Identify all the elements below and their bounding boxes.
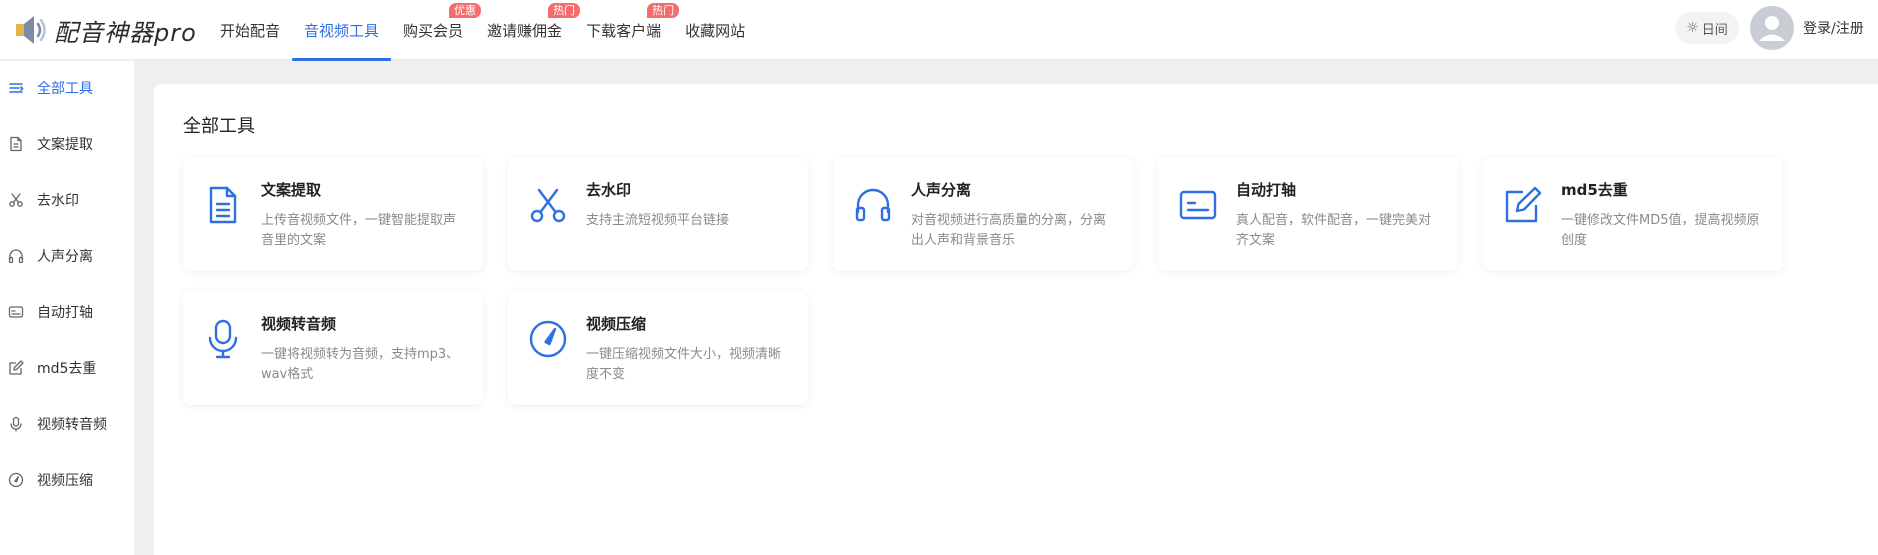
sun-icon: ☼ — [1686, 20, 1699, 36]
main-content: 全部工具 文案提取 上传音视频文件，一键智能提取声音里的文案 去水印 支持主流短… — [154, 84, 1878, 555]
nav-buy-membership[interactable]: 购买会员 优惠 — [391, 0, 482, 60]
tool-title: 自动打轴 — [1236, 181, 1297, 199]
sidebar-item-label: 全部工具 — [37, 81, 93, 97]
headphones-icon — [855, 188, 891, 222]
tool-description: 一键压缩视频文件大小，视频清晰度不变 — [586, 347, 782, 382]
sidebar-item-auto-subtitle[interactable]: 自动打轴 — [0, 292, 134, 332]
compass-icon — [529, 320, 567, 358]
tool-description: 支持主流短视频平台链接 — [586, 213, 730, 228]
tool-card-auto-subtitle[interactable]: 自动打轴 真人配音，软件配音，一键完美对齐文案 — [1158, 157, 1458, 271]
tool-card-text-extract[interactable]: 文案提取 上传音视频文件，一键智能提取声音里的文案 — [183, 157, 483, 271]
sidebar-item-label: 自动打轴 — [37, 305, 93, 321]
tool-title: 视频压缩 — [586, 315, 647, 333]
tool-description: 上传音视频文件，一键智能提取声音里的文案 — [261, 213, 457, 248]
scissors-icon — [530, 188, 566, 223]
speaker-logo-icon — [16, 16, 46, 44]
nav-label: 收藏网站 — [685, 21, 746, 40]
sidebar-item-all-tools[interactable]: 全部工具 — [0, 68, 134, 108]
tool-card-vocal-separation[interactable]: 人声分离 对音视频进行高质量的分离，分离出人声和背景音乐 — [833, 157, 1133, 271]
tool-description: 一键修改文件MD5值，提高视频原创度 — [1561, 213, 1760, 248]
page-title: 全部工具 — [183, 116, 255, 137]
avatar[interactable] — [1750, 6, 1794, 50]
subtitle-icon — [8, 304, 24, 320]
tool-description: 一键将视频转为音频，支持mp3、wav格式 — [261, 347, 460, 382]
sidebar-item-video-to-audio[interactable]: 视频转音频 — [0, 404, 134, 444]
nav-label: 开始配音 — [220, 21, 281, 40]
subtitle-icon — [1179, 190, 1217, 220]
nav-label: 下载客户端 — [586, 21, 662, 40]
document-icon — [8, 136, 24, 152]
tool-card-md5-dedupe[interactable]: md5去重 一键修改文件MD5值，提高视频原创度 — [1483, 157, 1783, 271]
sidebar-item-video-compress[interactable]: 视频压缩 — [0, 460, 134, 500]
theme-toggle-button[interactable]: ☼ 日间 — [1675, 12, 1739, 44]
tool-title: 人声分离 — [911, 181, 972, 199]
sidebar-item-label: md5去重 — [37, 361, 97, 377]
sidebar-item-md5-dedupe[interactable]: md5去重 — [0, 348, 134, 388]
list-icon — [8, 80, 24, 96]
tool-card-video-compress[interactable]: 视频压缩 一键压缩视频文件大小，视频清晰度不变 — [508, 291, 808, 405]
sidebar-item-vocal-separation[interactable]: 人声分离 — [0, 236, 134, 276]
sidebar-item-label: 去水印 — [37, 193, 79, 209]
logo[interactable]: 配音神器pro — [14, 10, 197, 50]
microphone-icon — [208, 319, 238, 359]
nav-av-tools[interactable]: 音视频工具 — [292, 0, 392, 61]
tool-description: 对音视频进行高质量的分离，分离出人声和背景音乐 — [911, 213, 1107, 248]
sidebar-item-label: 文案提取 — [37, 137, 93, 153]
sidebar-item-label: 人声分离 — [37, 249, 93, 265]
login-register-link[interactable]: 登录/注册 — [1803, 18, 1864, 38]
sidebar-item-label: 视频压缩 — [37, 473, 93, 489]
tool-title: 视频转音频 — [261, 315, 337, 333]
scissors-icon — [8, 192, 24, 208]
compass-icon — [8, 472, 24, 488]
tool-title: 文案提取 — [261, 181, 322, 199]
tool-card-video-to-audio[interactable]: 视频转音频 一键将视频转为音频，支持mp3、wav格式 — [183, 291, 483, 405]
nav-label: 购买会员 — [403, 21, 464, 40]
document-icon — [209, 186, 237, 224]
tool-description: 真人配音，软件配音，一键完美对齐文案 — [1236, 213, 1432, 248]
user-icon — [1759, 16, 1785, 41]
nav-bookmark-site[interactable]: 收藏网站 — [673, 0, 757, 60]
nav-start-dubbing[interactable]: 开始配音 — [208, 0, 292, 60]
logo-text: 配音神器pro — [54, 18, 197, 47]
headphones-icon — [8, 248, 24, 264]
sidebar-item-text-extract[interactable]: 文案提取 — [0, 124, 134, 164]
nav-download-client[interactable]: 下载客户端 热门 — [574, 0, 680, 60]
tool-card-remove-watermark[interactable]: 去水印 支持主流短视频平台链接 — [508, 157, 808, 271]
sidebar-item-label: 视频转音频 — [37, 417, 107, 433]
edit-icon — [8, 360, 24, 376]
edit-icon — [1505, 186, 1542, 223]
nav-invite-commission[interactable]: 邀请赚佣金 热门 — [475, 0, 581, 60]
main-nav: 开始配音 音视频工具 购买会员 优惠 邀请赚佣金 热门 下载客户端 热门 收藏网… — [208, 0, 757, 61]
sidebar: 全部工具 文案提取 去水印 人声分离 自动打轴 md5去重 视频转音频 视频压缩 — [0, 61, 134, 555]
theme-label: 日间 — [1701, 22, 1728, 38]
nav-label: 邀请赚佣金 — [487, 21, 563, 40]
nav-label: 音视频工具 — [304, 21, 380, 40]
tool-title: 去水印 — [586, 181, 632, 199]
top-header: 配音神器pro 开始配音 音视频工具 购买会员 优惠 邀请赚佣金 热门 下载客户… — [0, 0, 1878, 61]
sidebar-item-remove-watermark[interactable]: 去水印 — [0, 180, 134, 220]
microphone-icon — [8, 416, 24, 432]
tool-title: md5去重 — [1561, 181, 1628, 199]
